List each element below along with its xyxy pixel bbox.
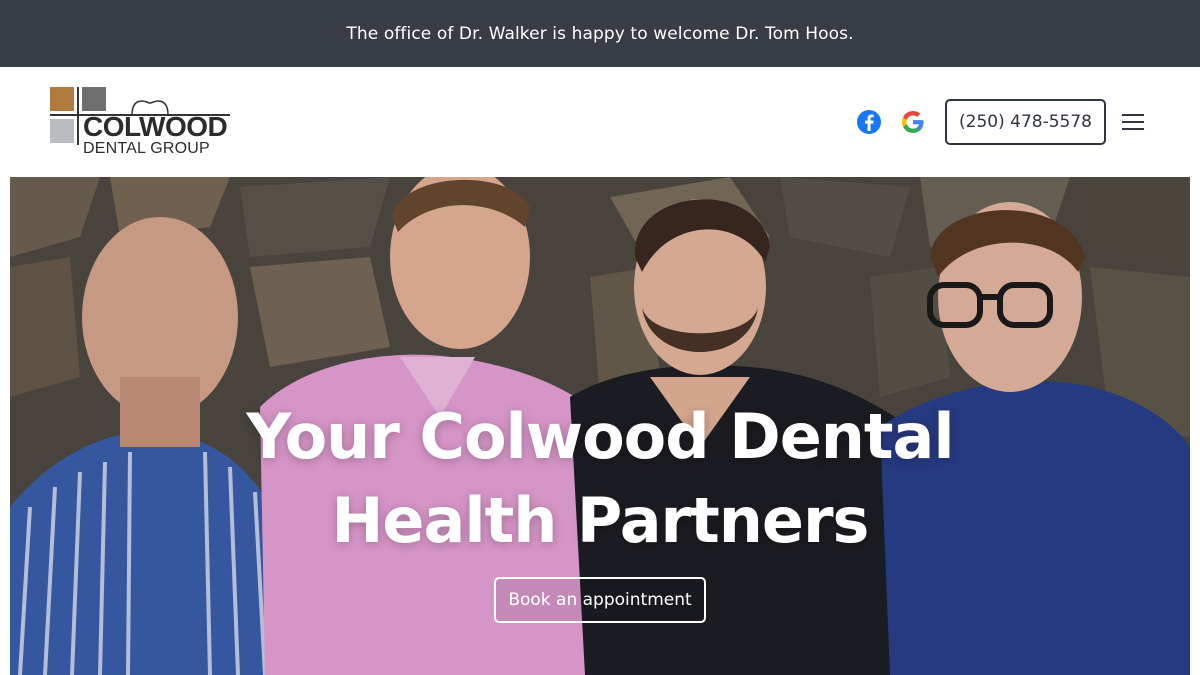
- facebook-icon[interactable]: [856, 109, 882, 135]
- menu-bar-middle: [1122, 121, 1144, 123]
- logo-square-brown: [50, 87, 74, 111]
- book-appointment-button[interactable]: Book an appointment: [494, 577, 706, 623]
- hero-title-line1: Your Colwood Dental: [246, 400, 954, 473]
- phone-button[interactable]: (250) 478-5578: [945, 99, 1106, 145]
- hamburger-menu-icon[interactable]: [1122, 112, 1144, 132]
- book-appointment-label: Book an appointment: [508, 590, 692, 610]
- announcement-text: The office of Dr. Walker is happy to wel…: [346, 23, 854, 44]
- logo-wordmark: COLWOOD: [83, 111, 228, 142]
- logo-subtitle: DENTAL GROUP: [83, 140, 210, 157]
- logo-square-gray: [82, 87, 106, 111]
- menu-bar-bottom: [1122, 128, 1144, 130]
- logo-square-light: [50, 119, 74, 143]
- hero-title-line2: Health Partners: [331, 484, 870, 557]
- hero-title: Your Colwood Dental Health Partners: [10, 395, 1190, 563]
- announcement-bar: The office of Dr. Walker is happy to wel…: [0, 0, 1200, 67]
- hero-banner: Your Colwood Dental Health Partners Book…: [10, 177, 1190, 675]
- site-header: COLWOOD DENTAL GROUP (250) 478-5578: [0, 67, 1200, 177]
- menu-bar-top: [1122, 114, 1144, 116]
- logo-cross-vertical: [77, 87, 79, 145]
- logo[interactable]: COLWOOD DENTAL GROUP: [50, 87, 235, 159]
- phone-label: (250) 478-5578: [959, 112, 1092, 132]
- google-icon[interactable]: [900, 109, 926, 135]
